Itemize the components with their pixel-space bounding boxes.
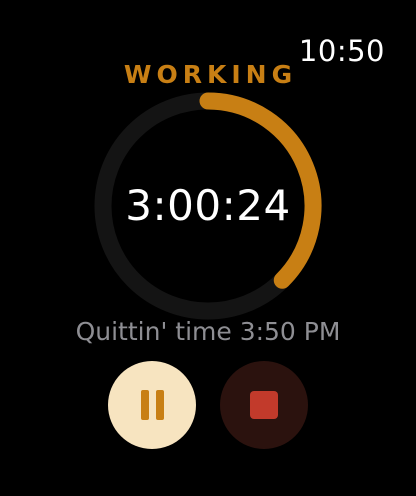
stop-icon bbox=[250, 391, 278, 419]
pause-bar-left bbox=[140, 390, 149, 420]
quit-time-label: Quittin' time 3:50 PM bbox=[75, 317, 341, 346]
pause-icon bbox=[140, 390, 164, 420]
stop-button[interactable] bbox=[220, 361, 308, 449]
pause-bar-right bbox=[155, 390, 164, 420]
pause-button[interactable] bbox=[108, 361, 196, 449]
session-state-label: WORKING bbox=[123, 60, 298, 89]
elapsed-timer: 3:00:24 bbox=[125, 181, 291, 230]
